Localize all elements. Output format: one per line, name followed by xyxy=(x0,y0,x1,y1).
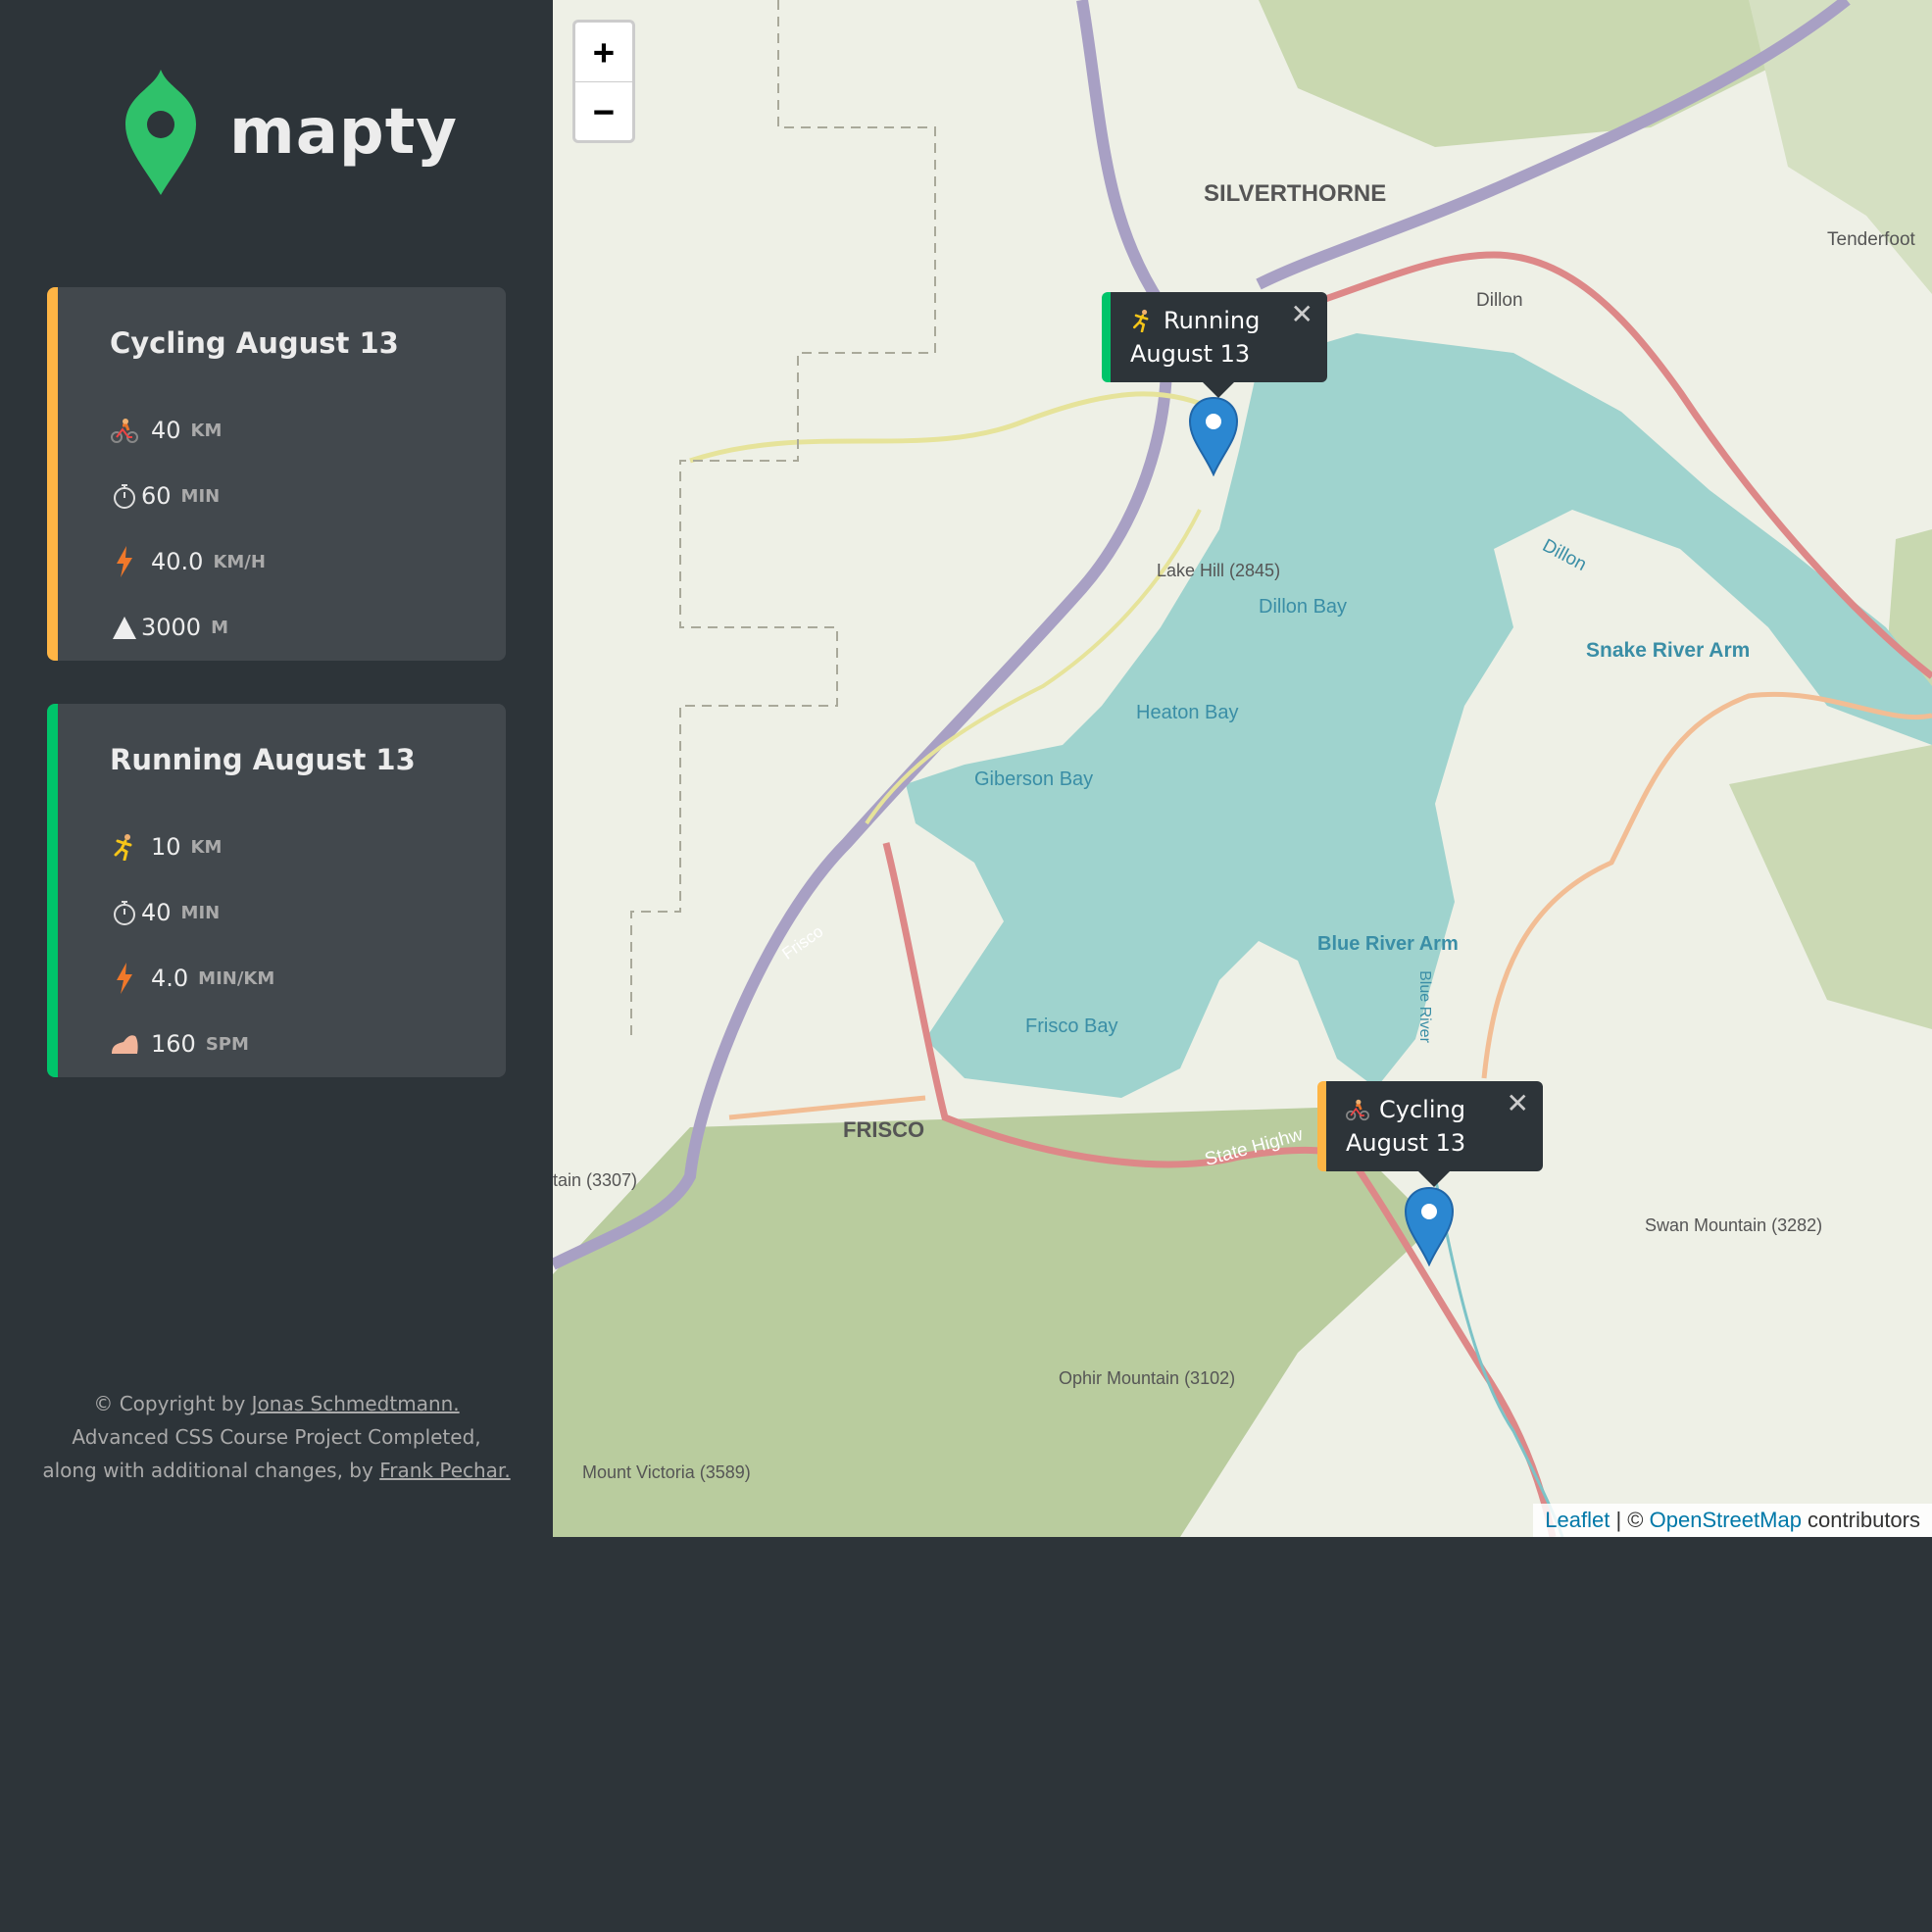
map-pin-logo-icon xyxy=(125,70,196,195)
lightning-icon xyxy=(110,963,139,994)
running-icon xyxy=(110,832,139,862)
author-link[interactable]: Jonas Schmedtmann. xyxy=(252,1392,460,1415)
workout-value: 40 xyxy=(151,417,181,444)
map-label: Frisco Bay xyxy=(1025,1016,1118,1037)
map-label: tain (3307) xyxy=(553,1170,638,1190)
workout-unit: MIN xyxy=(180,485,221,507)
foot-icon xyxy=(110,1029,139,1059)
map-tiles xyxy=(553,0,1932,1537)
workout-unit: KM/H xyxy=(213,551,266,572)
close-popup-button[interactable]: ✕ xyxy=(1291,298,1313,331)
workout-card-cycling[interactable]: Cycling August 13 40 KM 60 MIN 40.0 KM/H xyxy=(47,287,506,661)
map-label: Lake Hill (2845) xyxy=(1157,561,1281,580)
map-label: Blue River xyxy=(1415,970,1433,1043)
map-label: Blue River Arm xyxy=(1317,933,1459,955)
map-label: FRISCO xyxy=(843,1117,925,1142)
mountain-icon xyxy=(110,613,139,642)
map-label: Ophir Mountain (3102) xyxy=(1059,1368,1236,1388)
zoom-out-button[interactable]: − xyxy=(575,81,632,141)
map-marker-icon[interactable] xyxy=(1404,1186,1455,1266)
workout-value: 160 xyxy=(151,1030,196,1058)
popup-tip xyxy=(1416,1169,1452,1187)
workout-value: 60 xyxy=(141,482,172,510)
workout-stat-elevation: 3000 M xyxy=(110,608,228,647)
workout-unit: KM xyxy=(190,420,223,441)
cycling-icon xyxy=(1346,1098,1369,1121)
map-label: Snake River Arm xyxy=(1586,639,1751,662)
workout-stat-duration: 40 MIN xyxy=(110,893,220,932)
map-label: SILVERTHORNE xyxy=(1204,180,1387,207)
workout-value: 10 xyxy=(151,833,181,861)
contributor-link[interactable]: Frank Pechar. xyxy=(379,1459,510,1482)
workout-unit: MIN xyxy=(180,902,221,923)
workout-value: 40.0 xyxy=(151,548,204,575)
popup-date: August 13 xyxy=(1130,340,1251,368)
zoom-in-button[interactable]: + xyxy=(575,23,632,81)
workout-stat-distance: 10 KM xyxy=(110,827,222,867)
lightning-icon xyxy=(110,546,139,577)
leaflet-link[interactable]: Leaflet xyxy=(1545,1508,1610,1532)
map-popup-running[interactable]: Running August 13 ✕ xyxy=(1102,292,1327,398)
running-icon xyxy=(1130,309,1154,332)
map-attribution: Leaflet | © OpenStreetMap contributors xyxy=(1533,1504,1932,1537)
footer-text: Advanced CSS Course Project Completed, xyxy=(72,1425,481,1449)
close-popup-button[interactable]: ✕ xyxy=(1507,1087,1529,1120)
map[interactable]: SILVERTHORNE Tenderfoot Dillon Dillon La… xyxy=(553,0,1932,1537)
workout-value: 40 xyxy=(141,899,172,926)
map-label: Tenderfoot xyxy=(1827,229,1915,250)
attribution-suffix: contributors xyxy=(1801,1508,1920,1532)
stopwatch-icon xyxy=(110,481,139,511)
sidebar: mapty Cycling August 13 40 KM 60 MIN 40.… xyxy=(0,0,553,1537)
workout-stat-distance: 40 KM xyxy=(110,411,222,450)
zoom-control: + − xyxy=(572,20,635,143)
map-popup-cycling[interactable]: Cycling August 13 ✕ xyxy=(1317,1081,1543,1187)
workout-stat-speed: 40.0 KM/H xyxy=(110,542,266,581)
workout-unit: SPM xyxy=(205,1033,249,1055)
workout-value: 3000 xyxy=(141,614,202,641)
workout-unit: KM xyxy=(190,836,223,858)
map-label: Dillon Bay xyxy=(1259,596,1348,618)
workout-unit: MIN/KM xyxy=(198,967,275,989)
map-label: Giberson Bay xyxy=(974,768,1094,790)
workout-unit: M xyxy=(211,617,228,638)
cycling-icon xyxy=(110,416,139,445)
attribution-separator: | © xyxy=(1610,1508,1650,1532)
workout-value: 4.0 xyxy=(151,965,189,992)
map-marker-icon[interactable] xyxy=(1188,396,1239,476)
app-name: mapty xyxy=(229,96,458,169)
workout-title: Running August 13 xyxy=(110,743,416,776)
workout-title: Cycling August 13 xyxy=(110,326,399,360)
workout-stat-cadence: 160 SPM xyxy=(110,1024,249,1064)
footer-text: © Copyright by xyxy=(93,1392,252,1415)
copyright-footer: © Copyright by Jonas Schmedtmann. Advanc… xyxy=(39,1387,514,1487)
footer-text: along with additional changes, by xyxy=(42,1459,380,1482)
map-label: Dillon xyxy=(1476,290,1523,311)
popup-date: August 13 xyxy=(1346,1129,1466,1157)
workout-card-running[interactable]: Running August 13 10 KM 40 MIN 4.0 MIN/K… xyxy=(47,704,506,1077)
workout-stat-duration: 60 MIN xyxy=(110,476,220,516)
map-label: Mount Victoria (3589) xyxy=(582,1462,751,1482)
stopwatch-icon xyxy=(110,898,139,927)
openstreetmap-link[interactable]: OpenStreetMap xyxy=(1650,1508,1802,1532)
popup-title: Cycling xyxy=(1379,1096,1465,1123)
map-label: Swan Mountain (3282) xyxy=(1645,1215,1823,1235)
workout-stat-pace: 4.0 MIN/KM xyxy=(110,959,274,998)
logo: mapty xyxy=(125,69,458,196)
map-label: Heaton Bay xyxy=(1136,702,1239,723)
popup-title: Running xyxy=(1164,307,1261,334)
